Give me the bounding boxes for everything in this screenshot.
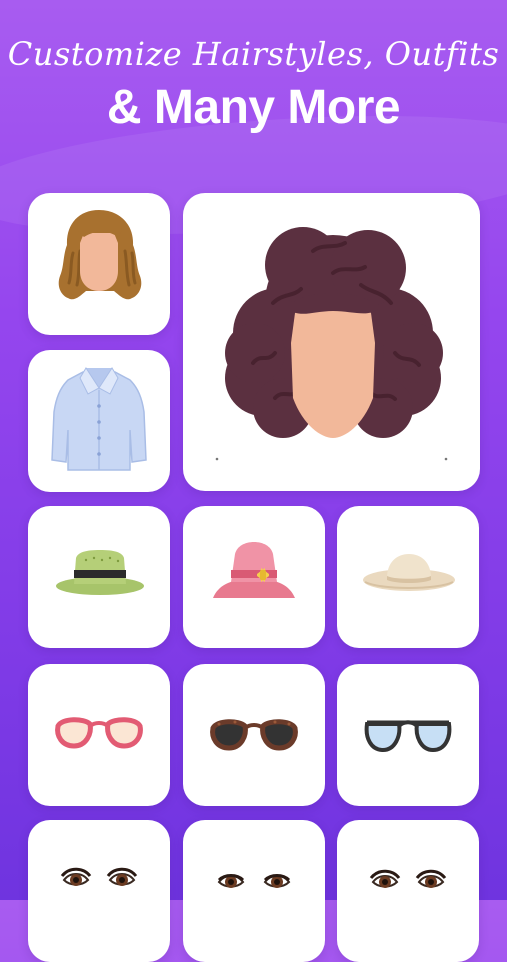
- item-tile-shirt[interactable]: [28, 350, 170, 492]
- header-subtitle: Customize Hairstyles, Outfits: [7, 35, 500, 73]
- item-tile-glasses-blue[interactable]: [337, 664, 479, 806]
- item-tile-hairstyle-wavy[interactable]: [28, 193, 170, 335]
- eyes-style-3-icon: [369, 869, 447, 888]
- item-tile-hat-green[interactable]: [28, 506, 170, 648]
- pink-cateye-glasses-icon: [55, 717, 143, 749]
- header-title: & Many More: [106, 81, 401, 134]
- beige-sun-hat-icon: [363, 554, 455, 591]
- item-tile-hat-pink[interactable]: [183, 506, 325, 648]
- dark-sunglasses-icon: [210, 719, 298, 751]
- blue-aviator-glasses-icon: [364, 720, 452, 753]
- wavy-brown-hair-icon: [58, 210, 142, 300]
- eyes-style-2-icon: [217, 874, 291, 888]
- green-boater-hat-icon: [56, 550, 144, 595]
- eyes-style-1-icon: [60, 867, 138, 886]
- item-tile-hairstyle-curly[interactable]: [183, 193, 480, 491]
- pink-bucket-hat-icon: [213, 542, 295, 598]
- item-tile-glasses-pink[interactable]: [28, 664, 170, 806]
- item-tile-hat-beige[interactable]: [337, 506, 479, 648]
- item-tile-glasses-dark[interactable]: [183, 664, 325, 806]
- item-tile-eyes-3[interactable]: [337, 820, 479, 962]
- item-tile-eyes-1[interactable]: [28, 820, 170, 962]
- item-tile-eyes-2[interactable]: [183, 820, 325, 962]
- curly-dark-hair-icon: [215, 227, 448, 461]
- header: Customize Hairstyles, Outfits & Many Mor…: [0, 38, 507, 132]
- blue-shirt-icon: [51, 367, 147, 471]
